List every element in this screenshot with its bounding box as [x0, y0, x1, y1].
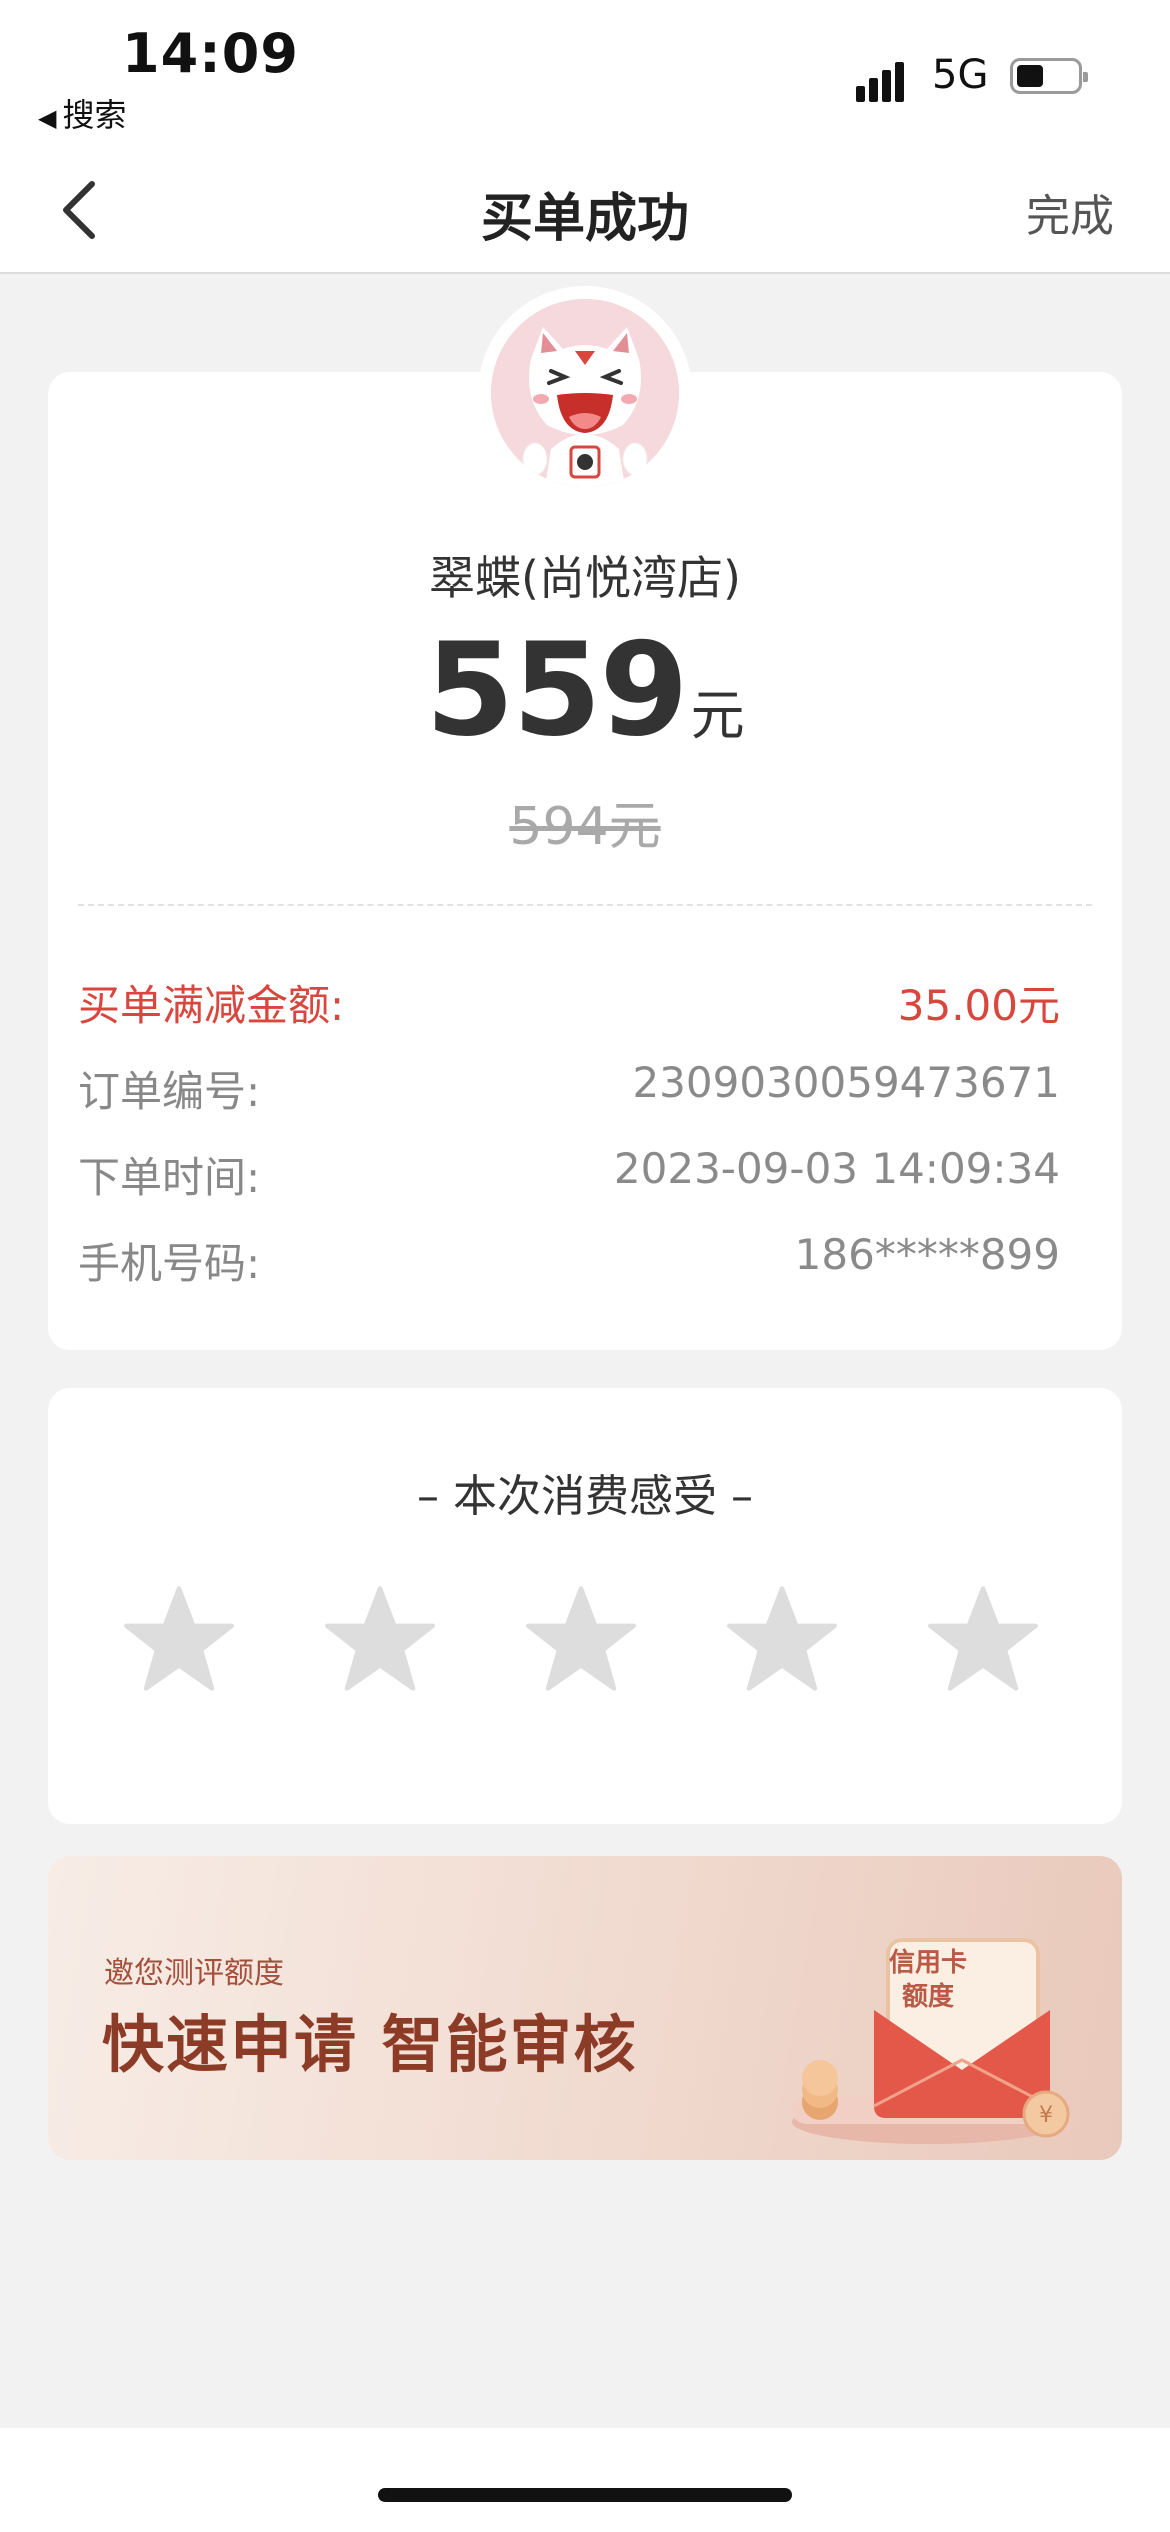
star-2-icon[interactable]: [325, 1584, 435, 1694]
phone-label: 手机号码:: [78, 1239, 261, 1288]
banner-headline: 快速申请 智能审核: [102, 2008, 638, 2081]
paid-amount: 559元: [0, 616, 1170, 765]
order-time-label: 下单时间:: [78, 1153, 261, 1202]
status-time: 14:09: [122, 22, 299, 85]
paid-amount-unit: 元: [690, 684, 745, 747]
navigation-bar: 买单成功 完成: [0, 150, 1170, 274]
svg-text:¥: ¥: [1039, 2103, 1053, 2128]
back-to-search-link[interactable]: ◀ 搜索: [38, 90, 126, 136]
back-triangle-icon: ◀: [38, 104, 57, 132]
order-number-value: 2309030059473671: [632, 1058, 1060, 1107]
banner-subtitle: 邀您测评额度: [104, 1956, 284, 1991]
page-title: 买单成功: [480, 189, 689, 249]
merchant-name: 翠蝶(尚悦湾店): [429, 551, 741, 605]
original-amount: 594元: [509, 797, 661, 857]
star-5-icon[interactable]: [928, 1584, 1038, 1694]
discount-label: 买单满减金额:: [78, 981, 345, 1030]
order-time-row: 下单时间: 2023-09-03 14:09:34: [78, 1144, 1060, 1204]
credit-card-promo-banner[interactable]: 邀您测评额度 快速申请 智能审核 ¥ 信用卡 额度: [48, 1856, 1122, 2160]
star-4-icon[interactable]: [727, 1584, 837, 1694]
star-1-icon[interactable]: [124, 1584, 234, 1694]
discount-value: 35.00元: [897, 981, 1060, 1030]
phone-row: 手机号码: 186*****899: [78, 1230, 1060, 1290]
cat-mascot-icon: [491, 299, 679, 487]
order-number-label: 订单编号:: [78, 1067, 261, 1116]
network-type: 5G: [932, 52, 989, 98]
battery-icon: [1010, 58, 1088, 94]
home-bar-area: [0, 2428, 1170, 2532]
banner-card-label: 信用卡 额度: [868, 1946, 988, 2014]
banner-card-line2: 额度: [901, 1982, 954, 2012]
merchant-avatar: [491, 299, 679, 487]
phone-value: 186*****899: [794, 1230, 1060, 1279]
star-3-icon[interactable]: [526, 1584, 636, 1694]
banner-card-line1: 信用卡: [888, 1948, 967, 1978]
paid-amount-value: 559: [425, 616, 688, 765]
dashed-divider: [78, 904, 1092, 906]
home-indicator[interactable]: [378, 2488, 792, 2502]
discount-row: 买单满减金额: 35.00元: [78, 972, 1060, 1032]
back-app-label: 搜索: [62, 96, 127, 134]
status-bar: 14:09 ◀ 搜索 5G: [0, 0, 1170, 150]
done-button[interactable]: 完成: [1026, 180, 1114, 244]
signal-icon: [856, 58, 916, 102]
rating-title: – 本次消费感受 –: [417, 1471, 753, 1522]
order-time-value: 2023-09-03 14:09:34: [613, 1144, 1060, 1193]
order-number-row: 订单编号: 2309030059473671: [78, 1058, 1060, 1118]
